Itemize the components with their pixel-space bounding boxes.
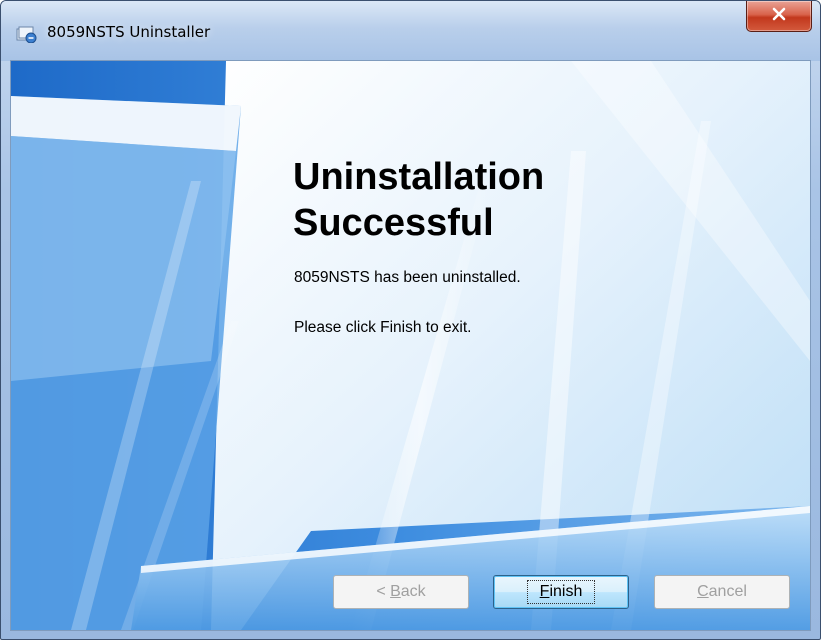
window-title: 8059NSTS Uninstaller [47,23,211,41]
cancel-button-rest: ancel [708,583,747,600]
finish-button-mnemonic: F [539,583,550,600]
heading-line-1: Uninstallation [293,156,545,198]
page-heading: Uninstallation Successful [293,154,693,246]
heading-line-2: Successful [293,202,494,244]
close-button[interactable] [746,1,812,32]
finish-button-rest: inish [549,583,583,600]
finish-button[interactable]: Finish [493,575,629,609]
wizard-background-art [11,61,810,630]
instruction-text: Please click Finish to exit. [294,319,472,336]
close-icon [771,7,787,26]
status-message: 8059NSTS has been uninstalled. [294,269,521,286]
back-button-label: < Back [366,581,435,603]
back-button-mnemonic: B [390,583,401,600]
wizard-panel: Uninstallation Successful 8059NSTS has b… [10,60,811,631]
back-button[interactable]: < Back [333,575,469,609]
title-bar[interactable]: 8059NSTS Uninstaller [1,1,820,61]
cancel-button-mnemonic: C [697,583,709,600]
finish-button-label: Finish [526,580,596,604]
cancel-button-label: Cancel [687,581,757,603]
back-button-prefix: < [376,583,391,600]
uninstaller-window: 8059NSTS Uninstaller Uninstallation Succ… [0,0,821,640]
uninstaller-app-icon [16,25,38,44]
back-button-rest: ack [400,583,426,600]
cancel-button[interactable]: Cancel [654,575,790,609]
